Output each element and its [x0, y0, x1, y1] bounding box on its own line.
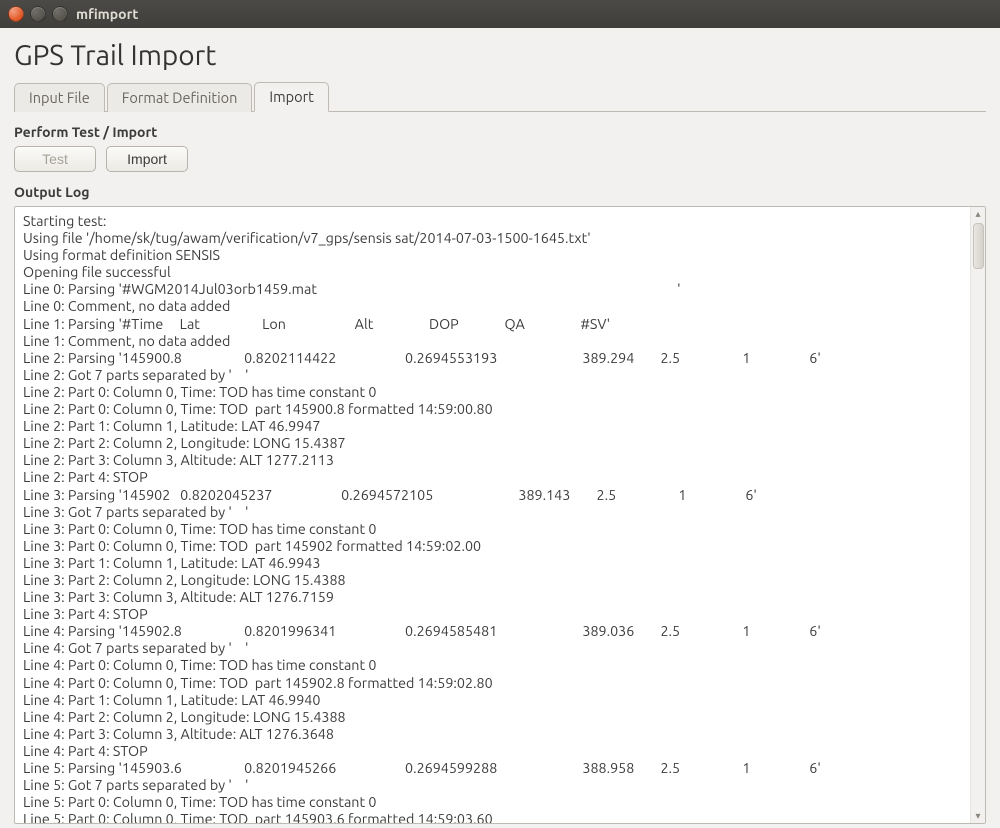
button-row: Test Import	[14, 146, 986, 172]
page-title: GPS Trail Import	[14, 40, 986, 71]
output-log-label: Output Log	[14, 184, 986, 200]
tab-format-definition[interactable]: Format Definition	[107, 83, 253, 112]
window-controls	[8, 6, 68, 22]
vertical-scrollbar[interactable]: ▴ ▾	[970, 207, 985, 823]
window-close-button[interactable]	[8, 6, 24, 22]
tab-import[interactable]: Import	[254, 82, 328, 112]
tab-bar: Input File Format Definition Import	[14, 81, 986, 112]
output-log[interactable]: Starting test: Using file '/home/sk/tug/…	[15, 207, 970, 823]
scroll-down-icon[interactable]: ▾	[971, 809, 985, 823]
window-title: mfimport	[76, 6, 138, 22]
window-titlebar: mfimport	[0, 0, 1000, 28]
import-button[interactable]: Import	[106, 146, 188, 172]
scroll-up-icon[interactable]: ▴	[971, 207, 985, 221]
test-button[interactable]: Test	[14, 146, 96, 172]
tab-input-file[interactable]: Input File	[14, 83, 105, 112]
app-body: GPS Trail Import Input File Format Defin…	[0, 28, 1000, 828]
output-log-container: Starting test: Using file '/home/sk/tug/…	[14, 206, 986, 824]
window-maximize-button[interactable]	[52, 6, 68, 22]
perform-section-label: Perform Test / Import	[14, 124, 986, 140]
scroll-thumb[interactable]	[973, 223, 984, 269]
window-minimize-button[interactable]	[30, 6, 46, 22]
